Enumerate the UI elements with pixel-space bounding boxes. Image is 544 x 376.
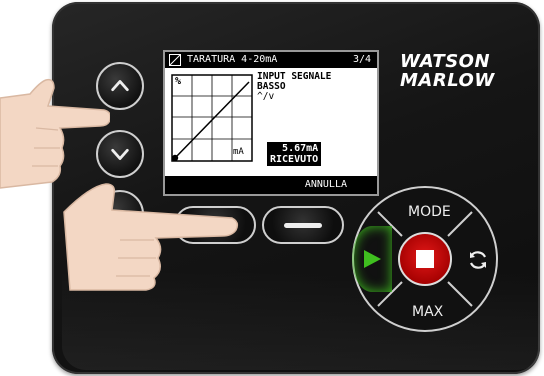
mode-button[interactable]: MODE xyxy=(392,192,458,230)
watson-marlow-logo: WATSON MARLOW xyxy=(400,52,495,90)
cycle-icon xyxy=(470,251,486,269)
control-dpad: MODE MAX xyxy=(352,186,498,332)
screen-title: TARATURA 4-20mA xyxy=(187,54,278,65)
reading-value: 5.67mA xyxy=(282,143,319,154)
page-indicator: 3/4 xyxy=(352,54,371,65)
stop-button[interactable] xyxy=(398,232,452,286)
max-button[interactable]: MAX xyxy=(392,290,458,328)
mode-label: MODE xyxy=(408,204,451,220)
screen-title-bar: TARATURA 4-20mA 3/4 xyxy=(165,52,377,68)
max-label: MAX xyxy=(412,304,444,320)
softkey-right-label: ANNULLA xyxy=(304,179,347,190)
cycle-button[interactable] xyxy=(458,226,498,292)
right-softkey[interactable] xyxy=(262,206,344,244)
signal-reading: 5.67mA RICEVUTO xyxy=(267,142,322,166)
chevron-up-icon xyxy=(111,80,129,92)
chevron-down-icon xyxy=(111,148,129,160)
stop-icon xyxy=(416,250,434,268)
reading-label: RICEVUTO xyxy=(270,154,319,165)
run-button[interactable] xyxy=(352,226,392,292)
graph-y-label: % xyxy=(175,76,182,87)
instruction-text: INPUT SEGNALE BASSO ^/v xyxy=(257,72,331,102)
pointing-hand-upper xyxy=(0,78,110,189)
softkey-bar-icon xyxy=(284,222,322,228)
logo-line-1: WATSON xyxy=(400,51,491,72)
pointing-hand-lower xyxy=(63,183,239,291)
calibration-graph-icon xyxy=(169,54,181,66)
logo-line-2: MARLOW xyxy=(400,70,495,91)
graph-x-label: mA xyxy=(233,147,244,157)
lcd-screen: TARATURA 4-20mA 3/4 % mA INPUT SEGNALE B… xyxy=(163,50,379,196)
instruction-line-3: ^/v xyxy=(257,91,275,102)
play-icon xyxy=(364,250,381,268)
